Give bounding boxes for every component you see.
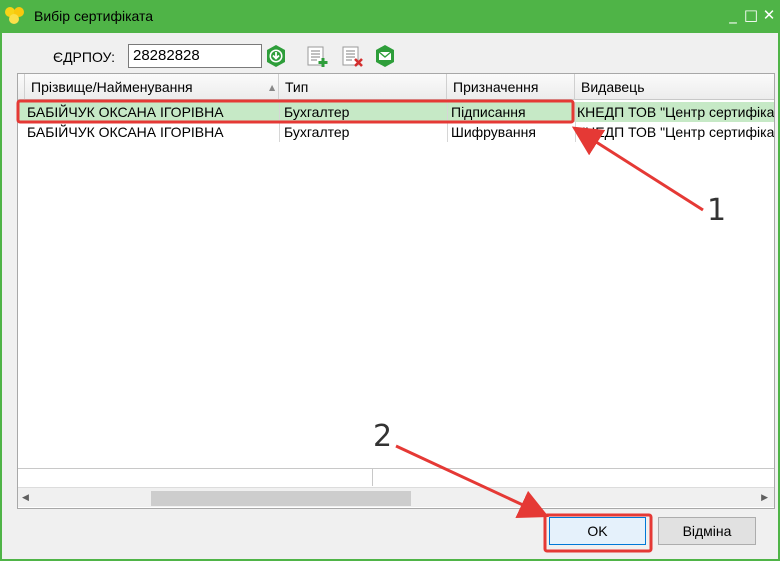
cell-purpose: Підписання bbox=[451, 104, 526, 120]
column-header-type[interactable]: Тип bbox=[279, 74, 447, 100]
close-button[interactable]: ✕ bbox=[761, 6, 777, 24]
window-title: Вибір сертифіката bbox=[34, 8, 154, 24]
annotation-number-1: 1 bbox=[707, 193, 727, 228]
cell-name: БАБІЙЧУК ОКСАНА ІГОРІВНА bbox=[27, 124, 224, 140]
cell-issuer: КНЕДП ТОВ "Центр сертифікації ключів "Ук… bbox=[577, 104, 774, 120]
mail-icon[interactable] bbox=[373, 44, 397, 68]
cell-type: Бухгалтер bbox=[284, 124, 350, 140]
row-indicator-header bbox=[18, 74, 25, 100]
column-header-purpose[interactable]: Призначення bbox=[447, 74, 575, 100]
ok-button[interactable]: OK bbox=[549, 517, 646, 545]
scrollbar-thumb[interactable] bbox=[151, 491, 411, 506]
certificate-dialog: Вибір сертифіката _ □ ✕ ЄДРПОУ: 28282828 bbox=[0, 0, 780, 561]
annotation-number-2: 2 bbox=[373, 419, 393, 454]
table-row[interactable]: БАБІЙЧУК ОКСАНА ІГОРІВНА Бухгалтер Підпи… bbox=[18, 102, 774, 122]
add-certificate-icon[interactable] bbox=[305, 44, 329, 68]
table-row[interactable]: БАБІЙЧУК ОКСАНА ІГОРІВНА Бухгалтер Шифру… bbox=[18, 122, 774, 142]
title-bar[interactable]: Вибір сертифіката _ □ ✕ bbox=[0, 0, 780, 33]
dialog-body: ЄДРПОУ: 28282828 Прізвище/Найменування ▲… bbox=[2, 33, 778, 559]
horizontal-scrollbar[interactable]: ◀ ▶ bbox=[18, 487, 774, 507]
cell-issuer: КНЕДП ТОВ "Центр сертифікації ключів "Ук… bbox=[577, 124, 774, 140]
column-header-issuer[interactable]: Видавець bbox=[575, 74, 774, 100]
edrpou-label: ЄДРПОУ: bbox=[53, 49, 116, 65]
cell-purpose: Шифрування bbox=[451, 124, 536, 140]
cell-name: БАБІЙЧУК ОКСАНА ІГОРІВНА bbox=[27, 104, 224, 120]
cell-type: Бухгалтер bbox=[284, 104, 350, 120]
column-header-name[interactable]: Прізвище/Найменування bbox=[25, 74, 279, 100]
scroll-left-icon[interactable]: ◀ bbox=[22, 493, 29, 503]
minimize-button[interactable]: _ bbox=[725, 6, 741, 24]
sort-ascending-icon: ▲ bbox=[269, 83, 276, 92]
table-footer bbox=[18, 468, 774, 486]
edrpou-input[interactable]: 28282828 bbox=[128, 44, 262, 68]
maximize-button[interactable]: □ bbox=[743, 6, 759, 24]
table-header: Прізвище/Найменування ▲ Тип Призначення … bbox=[18, 74, 774, 100]
download-icon[interactable] bbox=[264, 44, 288, 68]
remove-certificate-icon[interactable] bbox=[340, 44, 364, 68]
cancel-button[interactable]: Відміна bbox=[658, 517, 756, 545]
certificates-table[interactable]: Прізвище/Найменування ▲ Тип Призначення … bbox=[17, 73, 775, 509]
app-logo-icon bbox=[5, 7, 24, 24]
scroll-right-icon[interactable]: ▶ bbox=[761, 493, 768, 503]
